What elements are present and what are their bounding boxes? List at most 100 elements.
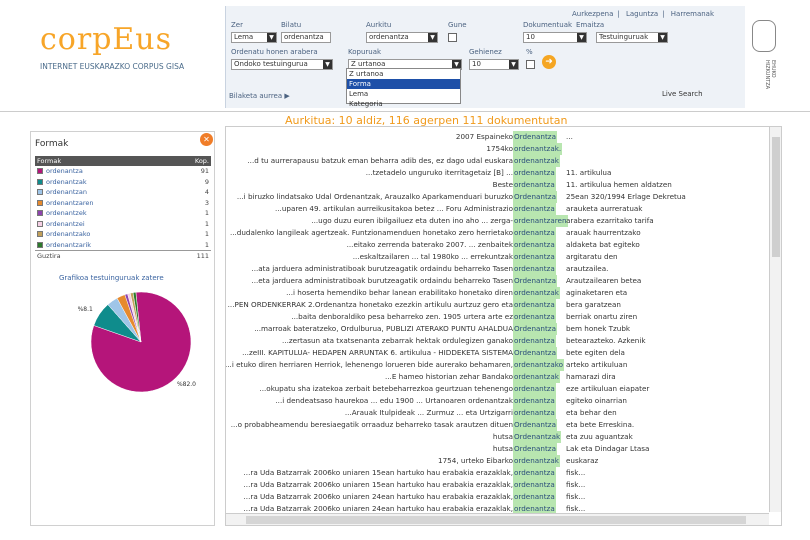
left-context: ...eskaltzailaren ... tal 1980ko ... err… bbox=[352, 252, 513, 261]
form-label[interactable]: ordenantzak bbox=[46, 178, 87, 186]
color-swatch bbox=[37, 189, 43, 196]
right-context: hamarazi dira bbox=[566, 372, 616, 381]
forms-table-body: ordenantza 91 ordenantzak 9 ordenantzan 4 orde… bbox=[35, 166, 211, 261]
concordance-row: ...Arauak Itulpideak ... Zurmuz ... eta … bbox=[226, 407, 768, 419]
keyword[interactable]: ordenantzaren bbox=[513, 215, 568, 227]
left-context: ...Arauak Itulpideak ... Zurmuz ... eta … bbox=[344, 408, 513, 417]
zer-select[interactable]: Lema ▼ bbox=[231, 32, 277, 43]
keyword[interactable]: Ordenantza bbox=[513, 131, 557, 143]
link-aurkezpena[interactable]: Aurkezpena bbox=[568, 10, 617, 18]
form-label[interactable]: ordenantzan bbox=[46, 188, 87, 196]
form-cell: ordenantzako bbox=[35, 229, 170, 240]
emaitza-select[interactable]: Testuinguruak ▼ bbox=[596, 32, 668, 43]
dropdown-option[interactable]: Kategoria bbox=[347, 99, 460, 109]
link-laguntza[interactable]: Laguntza bbox=[622, 10, 662, 18]
dokumentuak-select[interactable]: 10 ▼ bbox=[523, 32, 587, 43]
form-cell: ordenantzek bbox=[35, 208, 170, 219]
right-context: 11. artikulua bbox=[566, 168, 612, 177]
form-cell: ordenantzarik bbox=[35, 240, 170, 251]
percent-checkbox[interactable] bbox=[526, 60, 535, 69]
concordance-row: 2007 Espaineko Ordenantza... bbox=[226, 131, 768, 143]
keyword[interactable]: ordenantza bbox=[513, 179, 556, 191]
vertical-scrollbar[interactable] bbox=[769, 127, 781, 512]
keyword[interactable]: ordenantza bbox=[513, 239, 556, 251]
keyword[interactable]: ordenantza bbox=[513, 251, 556, 263]
label-gune: Gune bbox=[448, 21, 467, 29]
left-context: ...i etuko diren herriaren Herriok, lehe… bbox=[225, 360, 513, 369]
right-context: bera garatzean bbox=[566, 300, 621, 309]
emaitza-value: Testuinguruak bbox=[599, 33, 649, 41]
gune-checkbox[interactable] bbox=[448, 33, 457, 42]
keyword[interactable]: ordenantza bbox=[513, 335, 556, 347]
keyword[interactable]: ordenantza bbox=[513, 491, 556, 503]
keyword[interactable]: ordenantzak bbox=[513, 455, 560, 467]
form-label[interactable]: ordenantzei bbox=[46, 220, 85, 228]
keyword[interactable]: Ordenantza bbox=[513, 443, 557, 455]
label-zer: Zer bbox=[231, 21, 243, 29]
close-icon[interactable]: ✕ bbox=[200, 133, 213, 146]
keyword[interactable]: ordenantzak. bbox=[513, 143, 563, 155]
keyword[interactable]: ordenantza bbox=[513, 203, 556, 215]
left-context: ...d tu aurrerapausu batzuk eman beharra… bbox=[247, 156, 513, 165]
table-row: ordenantzako 1 bbox=[35, 229, 211, 240]
aurkitu-select[interactable]: ordenantza ▼ bbox=[366, 32, 438, 43]
concordance-row: 1754ko ordenantzak. bbox=[226, 143, 768, 155]
right-context: arauketa aurreratuak bbox=[566, 204, 643, 213]
scrollbar-thumb[interactable] bbox=[246, 516, 746, 524]
kopuruak-dropdown-list[interactable]: Z urtanoa Forma Lema Kategoria bbox=[346, 68, 461, 108]
gehienez-select[interactable]: 10 ▼ bbox=[469, 59, 519, 70]
keyword[interactable]: ordenantza bbox=[513, 311, 556, 323]
horizontal-scrollbar[interactable] bbox=[226, 513, 769, 525]
right-context: argitaratu den bbox=[566, 252, 618, 261]
pie-slice-label: %8.1 bbox=[78, 306, 93, 313]
left-context: ...i hoserta hemendiko behar lanean erab… bbox=[286, 288, 513, 297]
chart-link[interactable]: Grafikoa testuinguruak zatere bbox=[59, 274, 164, 282]
keyword[interactable]: Ordenantzak bbox=[513, 431, 562, 443]
concordance-row: ...zeIII. KAPITULUA- HEDAPEN ARRUNTAK 6.… bbox=[226, 347, 768, 359]
form-label[interactable]: ordenantza bbox=[46, 167, 83, 175]
scrollbar-thumb[interactable] bbox=[772, 137, 780, 257]
dropdown-option-selected[interactable]: Forma bbox=[347, 79, 460, 89]
keyword[interactable]: Ordenantza bbox=[513, 347, 557, 359]
right-context: arauak haurrentzako bbox=[566, 228, 641, 237]
ordenatu-select[interactable]: Ondoko testuingurua ▼ bbox=[231, 59, 333, 70]
keyword[interactable]: ordenantza bbox=[513, 299, 556, 311]
keyword[interactable]: ordenantzak bbox=[513, 371, 560, 383]
chevron-down-icon: ▼ bbox=[267, 33, 276, 42]
keyword[interactable]: Ordenantza bbox=[513, 323, 557, 335]
concordance-row: ...tzetadelo unguruko iterritagetaiz [B]… bbox=[226, 167, 768, 179]
keyword[interactable]: Ordenantza bbox=[513, 191, 557, 203]
advanced-search-link[interactable]: Bilaketa aurrea ▶ bbox=[229, 92, 290, 100]
keyword[interactable]: ordenantza bbox=[513, 263, 556, 275]
link-harremanak[interactable]: Harremanak bbox=[667, 10, 718, 18]
left-context: 2007 Espaineko bbox=[455, 132, 513, 141]
form-label[interactable]: ordenantzarik bbox=[46, 241, 91, 249]
keyword[interactable]: ordenantza bbox=[513, 227, 556, 239]
keyword[interactable]: Ordenantza bbox=[513, 419, 557, 431]
concordance-rows: 2007 Espaineko Ordenantza... 1754ko ordenan… bbox=[225, 131, 768, 525]
tagline: INTERNET EUSKARAZKO CORPUS GISA bbox=[40, 62, 185, 71]
forms-table: Formak Kop. ordenantza 91 ordenantzak 9 orde… bbox=[35, 156, 211, 261]
keyword[interactable]: ordenantza bbox=[513, 407, 556, 419]
keyword[interactable]: ordenantzak bbox=[513, 155, 560, 167]
keyword[interactable]: ordenantzako bbox=[513, 359, 565, 371]
dropdown-option[interactable]: Z urtanoa bbox=[347, 69, 460, 79]
corpeus-logo[interactable]: corpEus bbox=[40, 22, 172, 57]
keyword[interactable]: Ordenantza bbox=[513, 275, 557, 287]
keyword[interactable]: ordenantza bbox=[513, 479, 556, 491]
form-label[interactable]: ordenantzaren bbox=[46, 199, 93, 207]
bilatu-input[interactable]: ordenantza bbox=[281, 32, 331, 43]
keyword[interactable]: ordenantza bbox=[513, 395, 556, 407]
form-label[interactable]: ordenantzako bbox=[46, 230, 90, 238]
label-ordenatu: Ordenatu honen arabera bbox=[231, 48, 318, 56]
keyword[interactable]: ordenantza bbox=[513, 383, 556, 395]
left-context: ...tzetadelo unguruko iterritagetaiz [B]… bbox=[365, 168, 513, 177]
form-label[interactable]: ordenantzek bbox=[46, 209, 87, 217]
dropdown-option[interactable]: Lema bbox=[347, 89, 460, 99]
left-context: 1754, urteko Eibarko bbox=[438, 456, 513, 465]
keyword[interactable]: ordenantzak bbox=[513, 287, 560, 299]
search-go-button[interactable]: ➜ bbox=[542, 55, 556, 69]
live-search-link[interactable]: Live Search bbox=[662, 90, 703, 98]
keyword[interactable]: ordenantza bbox=[513, 167, 556, 179]
keyword[interactable]: ordenantza bbox=[513, 467, 556, 479]
